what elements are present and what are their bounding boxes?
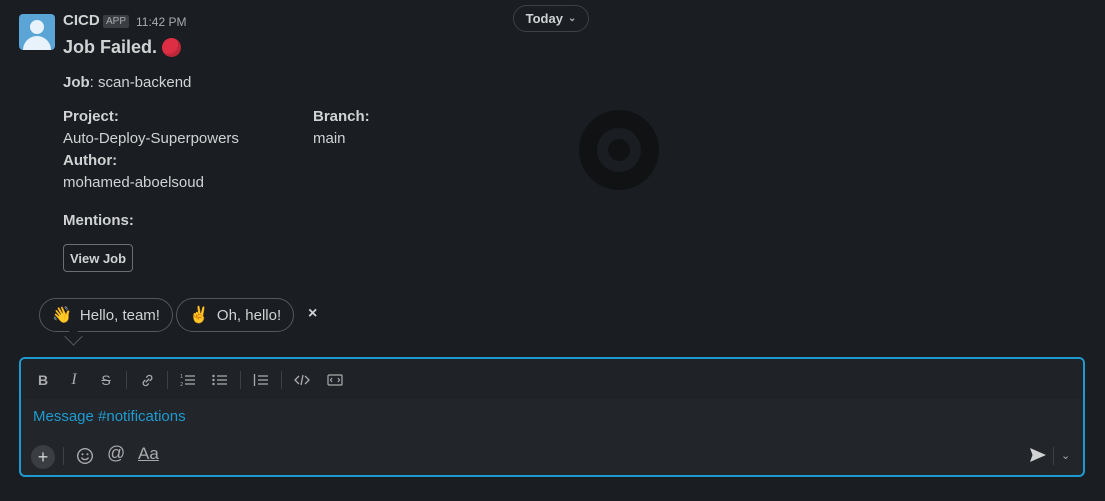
message-title: Job Failed. xyxy=(63,37,182,58)
add-attachment-button[interactable]: + xyxy=(31,445,55,469)
message-title-text: Job Failed. xyxy=(63,37,158,57)
svg-text:2: 2 xyxy=(180,382,183,387)
project-value: Auto-Deploy-Superpowers xyxy=(63,130,239,147)
code-block-icon[interactable] xyxy=(326,371,344,389)
code-icon[interactable] xyxy=(293,371,311,389)
toolbar-divider xyxy=(63,447,64,465)
job-value: : scan-backend xyxy=(89,74,192,91)
toolbar-divider xyxy=(240,371,241,389)
sender-name[interactable]: CICD xyxy=(63,12,100,29)
svg-text:1: 1 xyxy=(180,374,183,380)
close-icon[interactable]: × xyxy=(308,305,317,323)
date-divider-today[interactable]: Today ⌄ xyxy=(513,5,589,32)
message-input[interactable]: Message #notifications xyxy=(33,408,186,425)
avatar-body xyxy=(23,36,51,50)
bold-icon[interactable]: B xyxy=(34,371,52,389)
date-label: Today xyxy=(525,11,563,26)
link-icon[interactable] xyxy=(138,371,156,389)
red-circle-icon xyxy=(162,38,182,57)
mention-icon[interactable]: @ xyxy=(107,443,125,464)
circleci-logo-icon xyxy=(579,110,659,190)
message-timestamp[interactable]: 11:42 PM xyxy=(136,15,186,29)
mentions-label: Mentions: xyxy=(63,212,134,229)
author-value: mohamed-aboelsoud xyxy=(63,174,204,191)
formatting-toolbar: B I S 12 xyxy=(21,359,1083,399)
chevron-down-icon: ⌄ xyxy=(567,13,577,24)
job-label: Job xyxy=(63,74,90,91)
blockquote-icon[interactable] xyxy=(252,371,270,389)
avatar-head xyxy=(30,20,44,34)
composer-bottom-bar: + @ Aa ⌄ xyxy=(21,441,1083,475)
branch-value: main xyxy=(313,130,346,147)
quick-reply-hello-team[interactable]: 👋 Hello, team! xyxy=(39,298,173,332)
quick-reply-label: Oh, hello! xyxy=(216,306,282,324)
ordered-list-icon[interactable]: 12 xyxy=(179,371,197,389)
toolbar-divider xyxy=(167,371,168,389)
app-badge: APP xyxy=(103,15,130,28)
victory-hand-icon: ✌ xyxy=(189,307,209,324)
message-composer: B I S 12 Message #notifications + @ Aa ⌄ xyxy=(19,357,1085,477)
waving-hand-icon: 👋 xyxy=(52,307,72,324)
job-line: Job: scan-backend xyxy=(63,74,191,91)
toolbar-divider xyxy=(126,371,127,389)
avatar[interactable] xyxy=(19,14,55,50)
chevron-down-icon[interactable]: ⌄ xyxy=(1061,449,1070,462)
toolbar-divider xyxy=(1053,447,1054,465)
author-label: Author: xyxy=(63,152,118,169)
quick-reply-label: Hello, team! xyxy=(79,306,160,324)
send-icon[interactable] xyxy=(1029,447,1049,467)
formatting-toggle-button[interactable]: Aa xyxy=(138,444,159,464)
italic-icon[interactable]: I xyxy=(65,371,83,389)
toolbar-divider xyxy=(281,371,282,389)
bulleted-list-icon[interactable] xyxy=(211,371,229,389)
view-job-button[interactable]: View Job xyxy=(63,244,133,272)
emoji-icon[interactable] xyxy=(76,447,94,470)
branch-label: Branch: xyxy=(313,108,370,125)
quick-reply-oh-hello[interactable]: ✌ Oh, hello! xyxy=(176,298,295,332)
strikethrough-icon[interactable]: S xyxy=(97,371,115,389)
project-label: Project: xyxy=(63,108,119,125)
